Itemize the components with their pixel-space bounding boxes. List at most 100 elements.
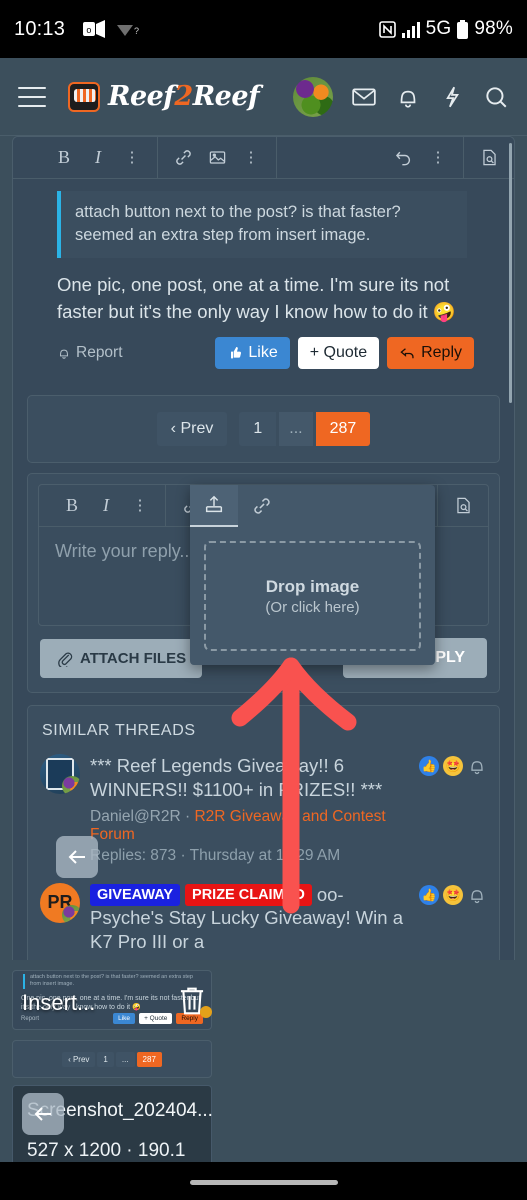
more-history-options-icon[interactable]: ⋮ [423, 143, 453, 173]
upload-icon [205, 495, 223, 513]
bold-button[interactable]: B [49, 143, 79, 173]
mini-quote-button: + Quote [139, 1013, 173, 1024]
reply-more-format-icon[interactable]: ⋮ [125, 491, 155, 521]
trash-badge-icon [200, 1006, 212, 1018]
popover-body: Drop image (Or click here) [190, 527, 435, 665]
quote-button[interactable]: + Quote [297, 337, 380, 370]
similar-threads-heading: SIMILAR THREADS [42, 722, 196, 740]
alerts-icon[interactable] [395, 84, 421, 110]
status-time: 10:13 [14, 17, 66, 40]
app-header-actions [293, 76, 509, 117]
outlook-icon: o [83, 20, 106, 38]
like-icon: 👍 [419, 884, 439, 905]
menu-icon[interactable] [18, 86, 46, 107]
image-dropzone[interactable]: Drop image (Or click here) [204, 541, 421, 651]
page-scrollbar[interactable] [509, 143, 512, 403]
svg-text:?: ? [134, 26, 139, 36]
post-quote-wrapper: attach button next to the post? is that … [13, 179, 514, 258]
reply-bold-button[interactable]: B [57, 491, 87, 521]
post-action-bar: Report Like + Quote Reply [13, 325, 514, 385]
brand-suffix: Reef [192, 81, 260, 112]
italic-button[interactable]: I [83, 143, 113, 173]
link-icon[interactable] [168, 143, 198, 173]
page-1-button[interactable]: 1 [239, 412, 277, 447]
thread-title[interactable]: GIVEAWAY PRIZE CLAIMED oo-Psyche's Stay Lu… [90, 883, 409, 954]
thread-avatar[interactable] [40, 754, 80, 795]
upload-tab[interactable] [190, 485, 238, 527]
reply-toolbar-preview [438, 485, 488, 526]
reply-toolbar-format: B I ⋮ [47, 485, 165, 526]
link-icon [254, 498, 270, 514]
star-struck-icon: 🤩 [443, 884, 463, 905]
insert-image-icon[interactable] [202, 143, 232, 173]
more-insert-options-icon[interactable]: ⋮ [236, 143, 266, 173]
gesture-handle[interactable] [189, 1180, 338, 1185]
clownfish-logo-icon [68, 81, 100, 112]
thread-reaction-icons: 👍 🤩 [419, 754, 487, 864]
network-type: 5G [425, 18, 452, 39]
reply-label: Reply [421, 344, 462, 362]
popover-tabs [190, 485, 435, 527]
brand-name: Reef2Reef [108, 81, 260, 112]
status-right-icons: 5G 98% [378, 18, 513, 40]
like-label: Like [248, 344, 278, 362]
mini-current-page: 287 [136, 1051, 162, 1067]
reply-button[interactable]: Reply [387, 337, 474, 370]
report-button[interactable]: Report [57, 344, 123, 362]
pagination-ellipsis[interactable]: ... [279, 412, 313, 447]
reply-italic-button[interactable]: I [91, 491, 121, 521]
report-label: Report [76, 344, 123, 362]
reply-preview-icon[interactable] [448, 491, 478, 521]
attach-files-button[interactable]: ATTACH FILES [40, 638, 203, 678]
attach-files-label: ATTACH FILES [80, 649, 187, 667]
toolbar-group-preview [464, 137, 514, 178]
bell-icon[interactable] [467, 885, 487, 905]
whats-new-icon[interactable] [439, 84, 465, 110]
svg-text:o: o [86, 25, 91, 35]
link-tab[interactable] [238, 485, 286, 527]
phone-screen: 10:13 o ? 5G 98% Reef2Reef B I ⋮ ⋮ ⋮ att… [0, 0, 527, 1200]
back-button[interactable] [56, 836, 98, 878]
preview-icon[interactable] [474, 143, 504, 173]
toolbar-group-insert: ⋮ [158, 137, 276, 178]
current-page-button[interactable]: 287 [315, 412, 371, 447]
avatar-badge-icon [62, 904, 80, 923]
prev-page-button[interactable]: ‹ Prev [156, 412, 228, 447]
search-icon[interactable] [483, 84, 509, 110]
pagination: ‹ Prev 1 ... 287 [28, 396, 499, 462]
toolbar-group-history: ⋮ [379, 137, 463, 178]
similar-thread-row[interactable]: PR GIVEAWAY PRIZE CLAIMED oo-Psyche's Stay… [28, 875, 499, 964]
star-struck-icon: 🤩 [443, 756, 463, 777]
app-header: Reef2Reef [0, 58, 527, 136]
status-bar: 10:13 o ? 5G 98% [0, 0, 527, 58]
similar-thread-row[interactable]: *** Reef Legends Giveaway!! 6 WINNERS!! … [28, 746, 499, 874]
battery-percent: 98% [474, 18, 513, 39]
mini-like-button: Like [113, 1013, 136, 1024]
inbox-icon[interactable] [351, 84, 377, 110]
undo-icon[interactable] [389, 143, 419, 173]
thread-title[interactable]: *** Reef Legends Giveaway!! 6 WINNERS!! … [90, 754, 409, 801]
status-notification-icons: o ? [83, 20, 139, 38]
back-button[interactable] [22, 1093, 64, 1135]
nfc-icon [378, 20, 396, 38]
toolbar-divider-2 [276, 137, 277, 178]
delete-screenshot-button[interactable] [174, 982, 212, 1020]
insert-button[interactable]: Insert... [22, 990, 95, 1016]
mini-page-1: 1 [97, 1051, 114, 1067]
thread-author[interactable]: Daniel@R2R [90, 808, 181, 825]
thread-reaction-icons: 👍 🤩 [419, 883, 487, 954]
dropzone-subtitle: (Or click here) [265, 598, 360, 616]
mini-prev-button: ‹ Prev [62, 1051, 96, 1067]
brand-logo[interactable]: Reef2Reef [68, 81, 260, 112]
more-format-options-icon[interactable]: ⋮ [117, 143, 147, 173]
bell-icon[interactable] [467, 756, 487, 776]
thread-avatar[interactable]: PR [40, 882, 80, 923]
back-arrow-icon [68, 850, 85, 864]
meta-separator: · [180, 807, 195, 825]
avatar[interactable] [293, 76, 333, 117]
signal-icon [401, 21, 420, 38]
post-editor-toolbar-top: B I ⋮ ⋮ ⋮ [13, 137, 514, 179]
toolbar-group-format: B I ⋮ [39, 137, 157, 178]
screenshot-thumbnail-pagination[interactable]: ‹ Prev 1 ... 287 [12, 1040, 212, 1078]
like-button[interactable]: Like [215, 337, 290, 370]
